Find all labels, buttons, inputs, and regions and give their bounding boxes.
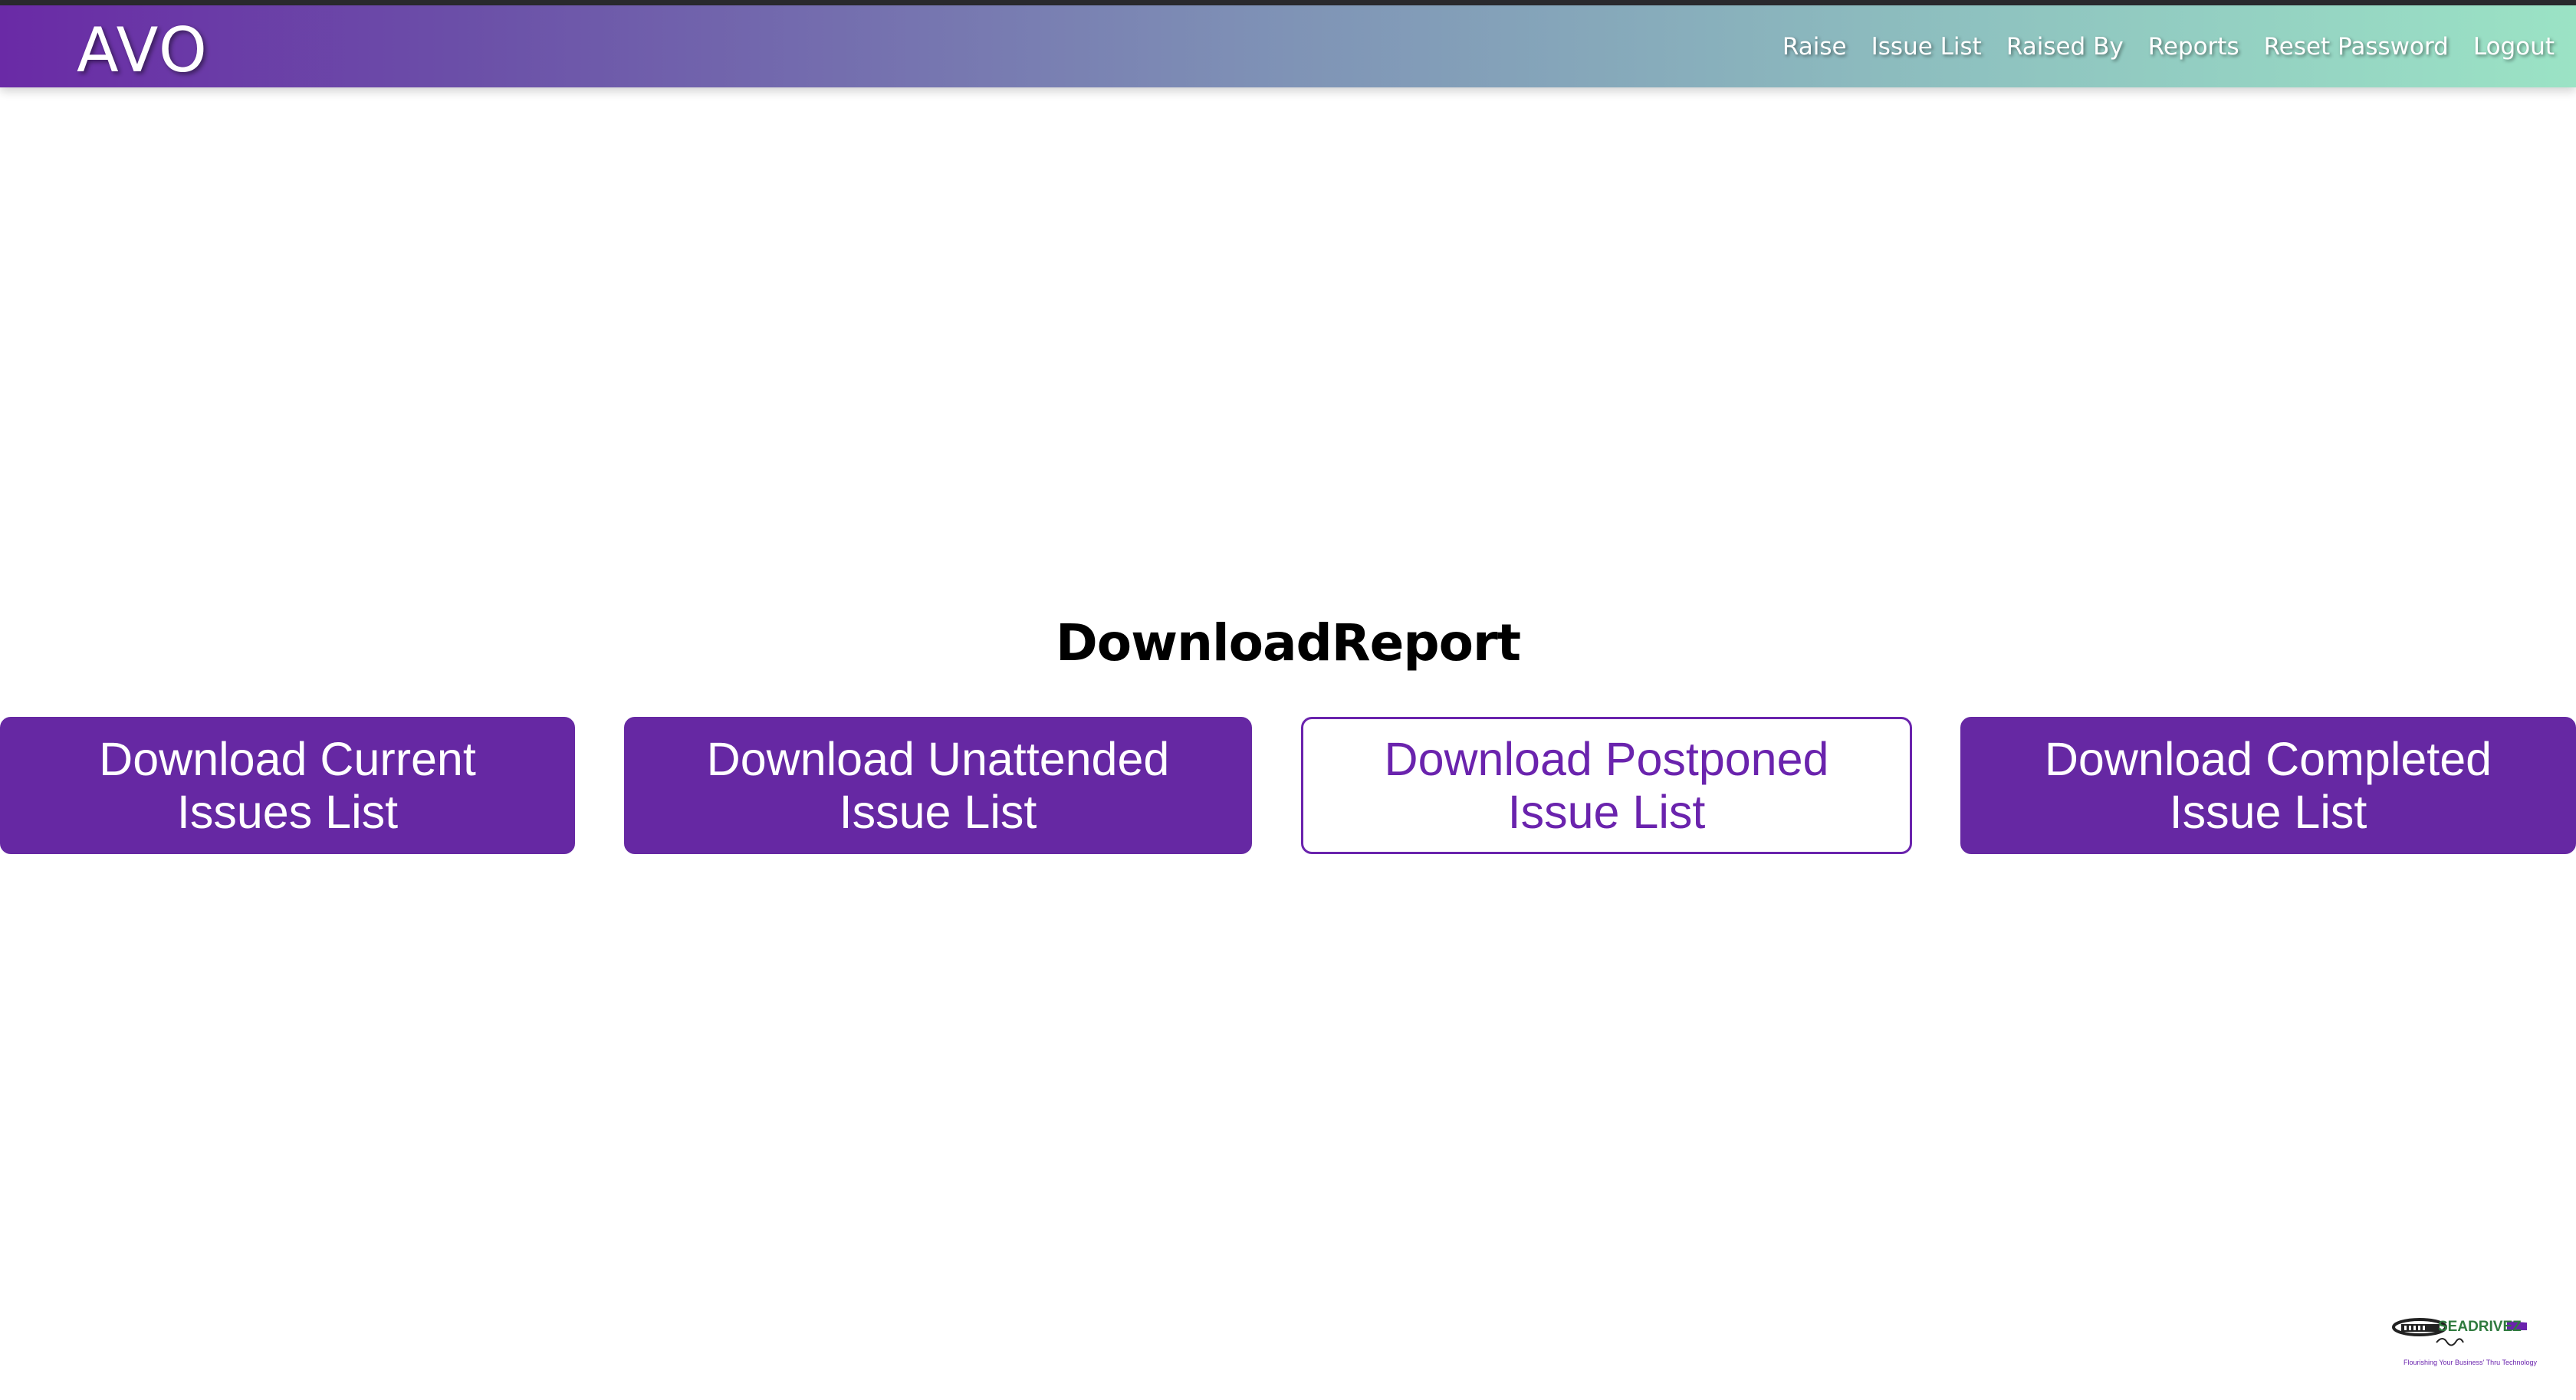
button-label: Download Completed Issue List	[2045, 733, 2492, 839]
button-label: Download Postponed Issue List	[1385, 733, 1829, 839]
brand-logo-text[interactable]: AVO	[77, 13, 209, 88]
nav-links: Raise Issue List Raised By Reports Reset…	[1783, 5, 2555, 87]
nav-link-issue-list[interactable]: Issue List	[1871, 33, 1982, 61]
company-logo: SEADRIVEZ Flourishing Your Business' Thr…	[2390, 1307, 2544, 1372]
button-label-line1: Download Current	[99, 732, 476, 785]
nav-link-raised-by[interactable]: Raised By	[2006, 33, 2124, 61]
button-label-line2: Issue List	[2169, 785, 2367, 838]
button-label-line2: Issue List	[1507, 785, 1706, 838]
download-current-issues-button[interactable]: Download Current Issues List	[0, 717, 575, 854]
button-label: Download Unattended Issue List	[707, 733, 1170, 839]
top-navbar: AVO Raise Issue List Raised By Reports R…	[0, 5, 2576, 87]
page-title: DownloadReport	[1055, 613, 1521, 672]
nav-link-reports[interactable]: Reports	[2148, 33, 2239, 61]
logo-text: SEADRIVEZ	[2438, 1319, 2522, 1335]
download-completed-issues-button[interactable]: Download Completed Issue List	[1960, 717, 2576, 854]
download-unattended-issues-button[interactable]: Download Unattended Issue List	[624, 717, 1252, 854]
nav-link-reset-password[interactable]: Reset Password	[2264, 33, 2449, 61]
button-label-line1: Download Unattended	[706, 732, 1170, 785]
button-label-line1: Download Completed	[2044, 732, 2492, 785]
button-label-line2: Issue List	[839, 785, 1037, 838]
nav-link-raise[interactable]: Raise	[1783, 33, 1847, 61]
button-label-line2: Issues List	[176, 785, 399, 838]
download-postponed-issues-button[interactable]: Download Postponed Issue List	[1301, 717, 1912, 854]
logo-tagline: Flourishing Your Business' Thru Technolo…	[2404, 1359, 2537, 1366]
button-label-line1: Download Postponed	[1384, 732, 1829, 785]
window-top-border	[0, 0, 2576, 5]
nav-link-logout[interactable]: Logout	[2473, 33, 2555, 61]
button-label: Download Current Issues List	[99, 733, 476, 839]
